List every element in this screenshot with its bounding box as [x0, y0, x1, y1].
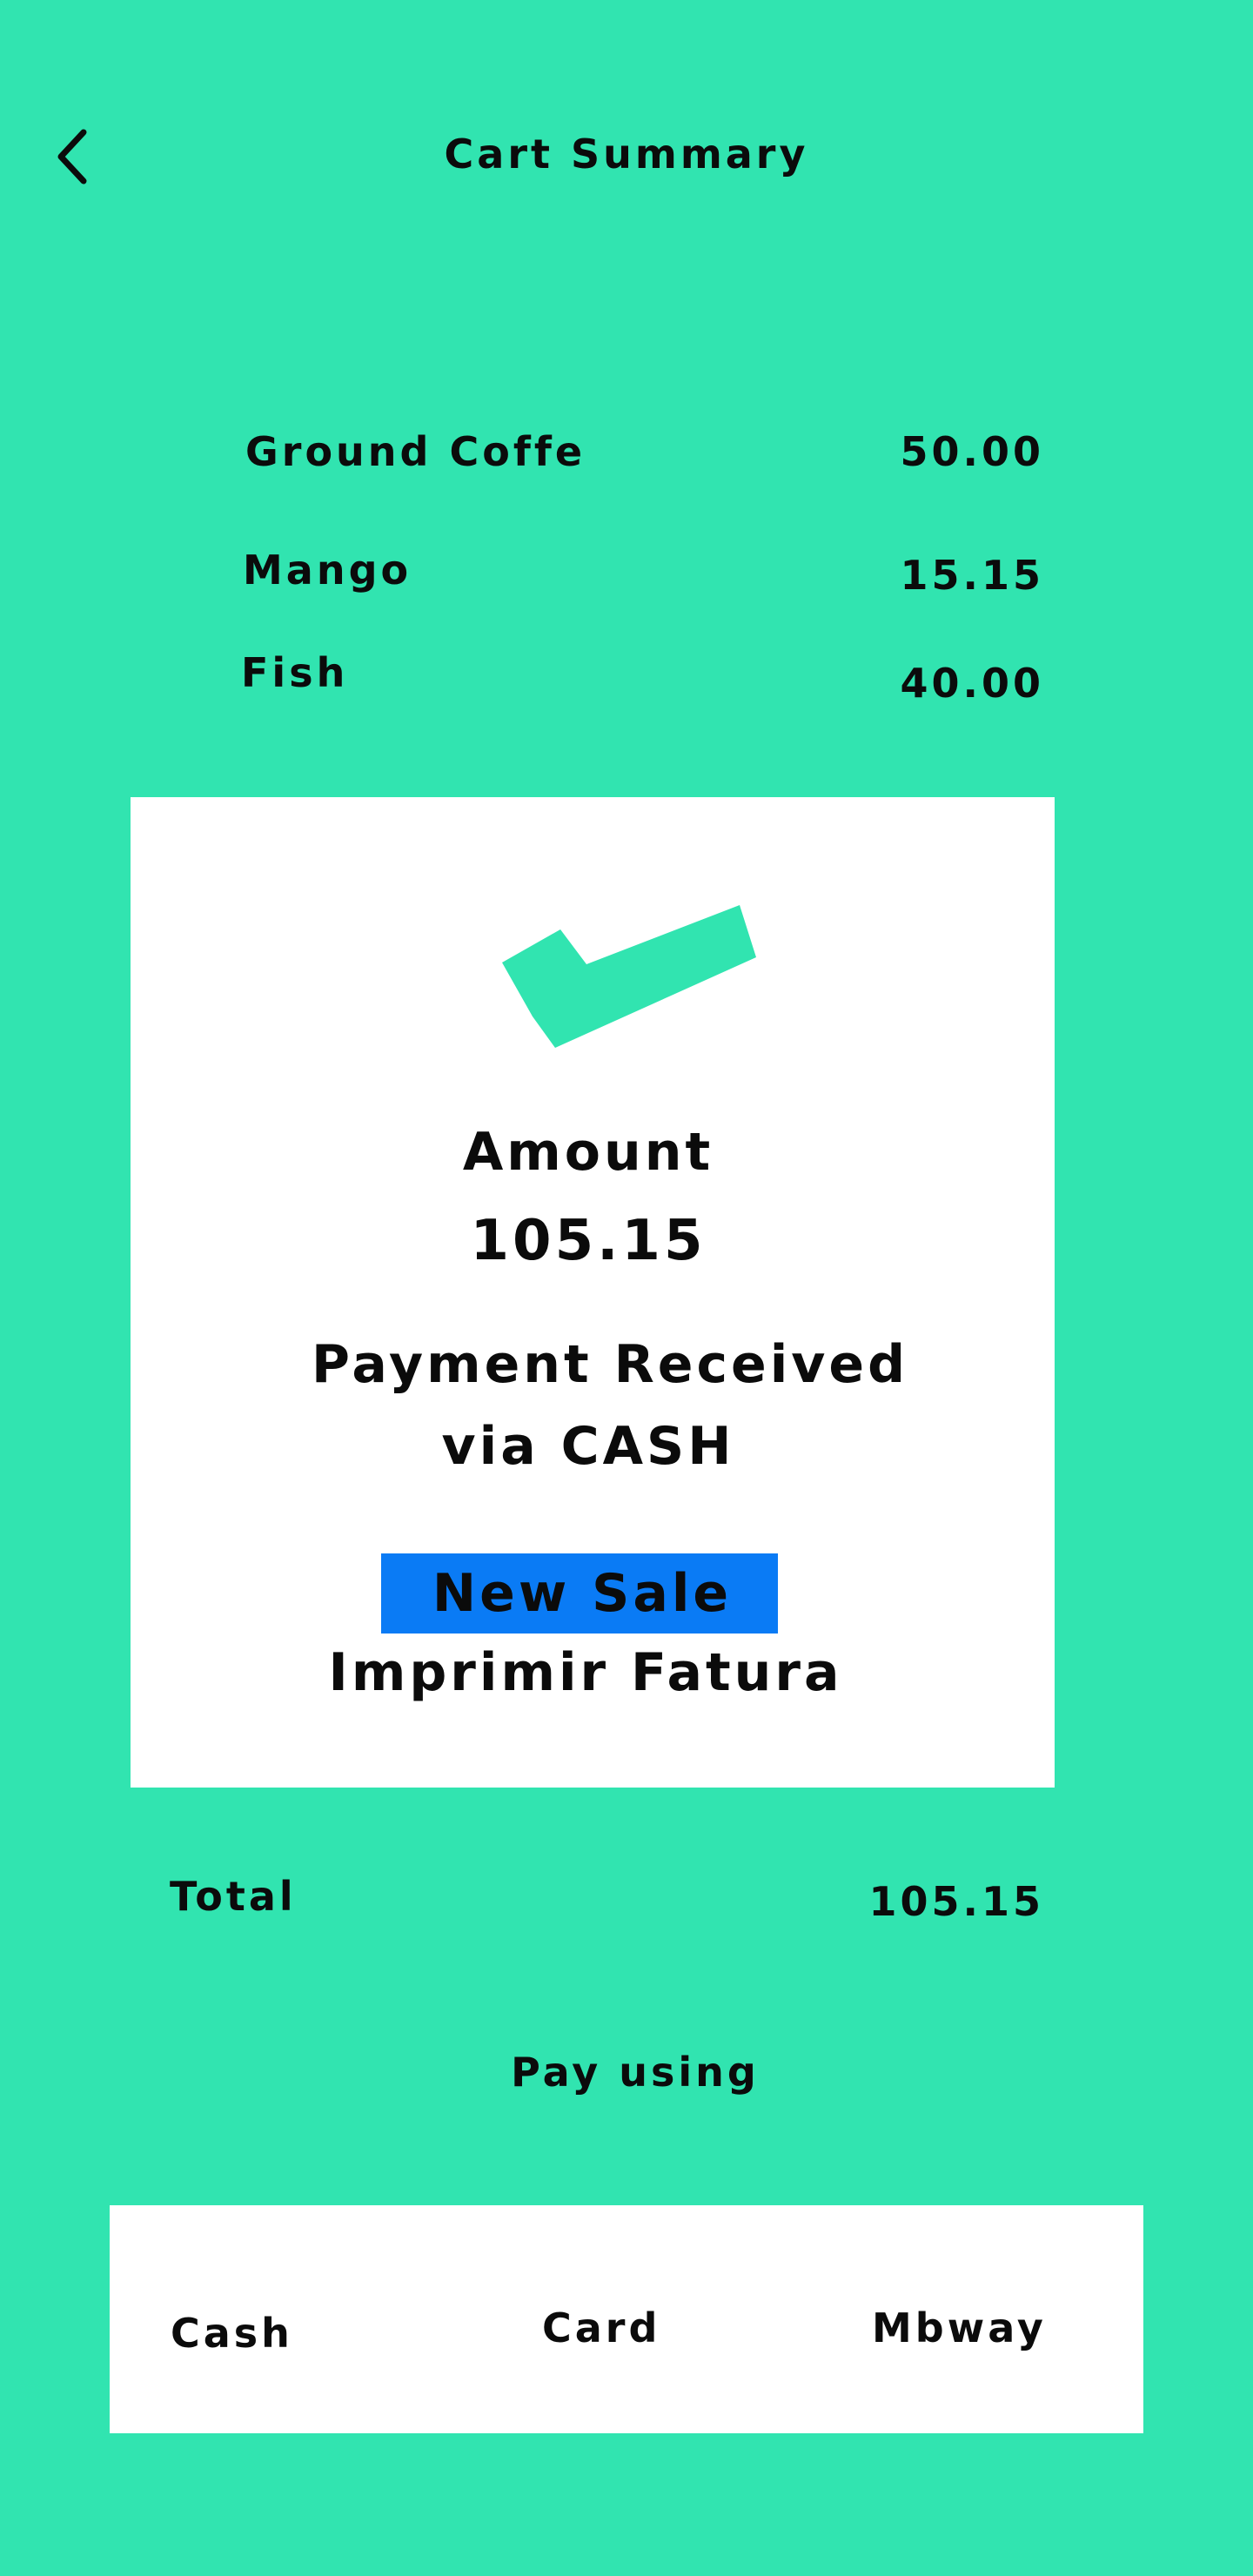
- payment-status-text: Payment Received: [311, 1334, 909, 1395]
- item-name: Mango: [243, 547, 412, 594]
- cart-item: Fish 40.00: [0, 653, 1253, 705]
- new-sale-button[interactable]: New Sale: [381, 1553, 778, 1633]
- item-price: 15.15: [900, 552, 1044, 599]
- page-title: Cart Summary: [444, 131, 809, 178]
- payment-method-text: via CASH: [441, 1416, 735, 1477]
- payment-options-panel: Cash Card Mbway: [110, 2205, 1143, 2433]
- item-price: 40.00: [900, 660, 1044, 707]
- total-label: Total: [170, 1873, 297, 1920]
- total-value: 105.15: [868, 1878, 1044, 1925]
- amount-label: Amount: [462, 1122, 714, 1183]
- cart-item: Mango 15.15: [0, 547, 1253, 599]
- pay-option-cash[interactable]: Cash: [171, 2313, 293, 2353]
- item-name: Fish: [241, 649, 349, 696]
- item-name: Ground Coffe: [245, 428, 586, 475]
- pay-using-title: Pay using: [511, 2049, 760, 2096]
- print-invoice-link[interactable]: Imprimir Fatura: [131, 1647, 1055, 1699]
- new-sale-label: New Sale: [432, 1563, 733, 1624]
- cart-item: Ground Coffe 50.00: [0, 426, 1253, 479]
- checkmark-icon: [502, 905, 756, 1048]
- pay-option-mbway[interactable]: Mbway: [872, 2308, 1047, 2348]
- payment-confirmation-card: Amount 105.15 Payment Received via CASH …: [131, 797, 1055, 1788]
- pay-option-card[interactable]: Card: [542, 2308, 660, 2348]
- item-price: 50.00: [900, 428, 1044, 475]
- amount-value: 105.15: [470, 1209, 707, 1273]
